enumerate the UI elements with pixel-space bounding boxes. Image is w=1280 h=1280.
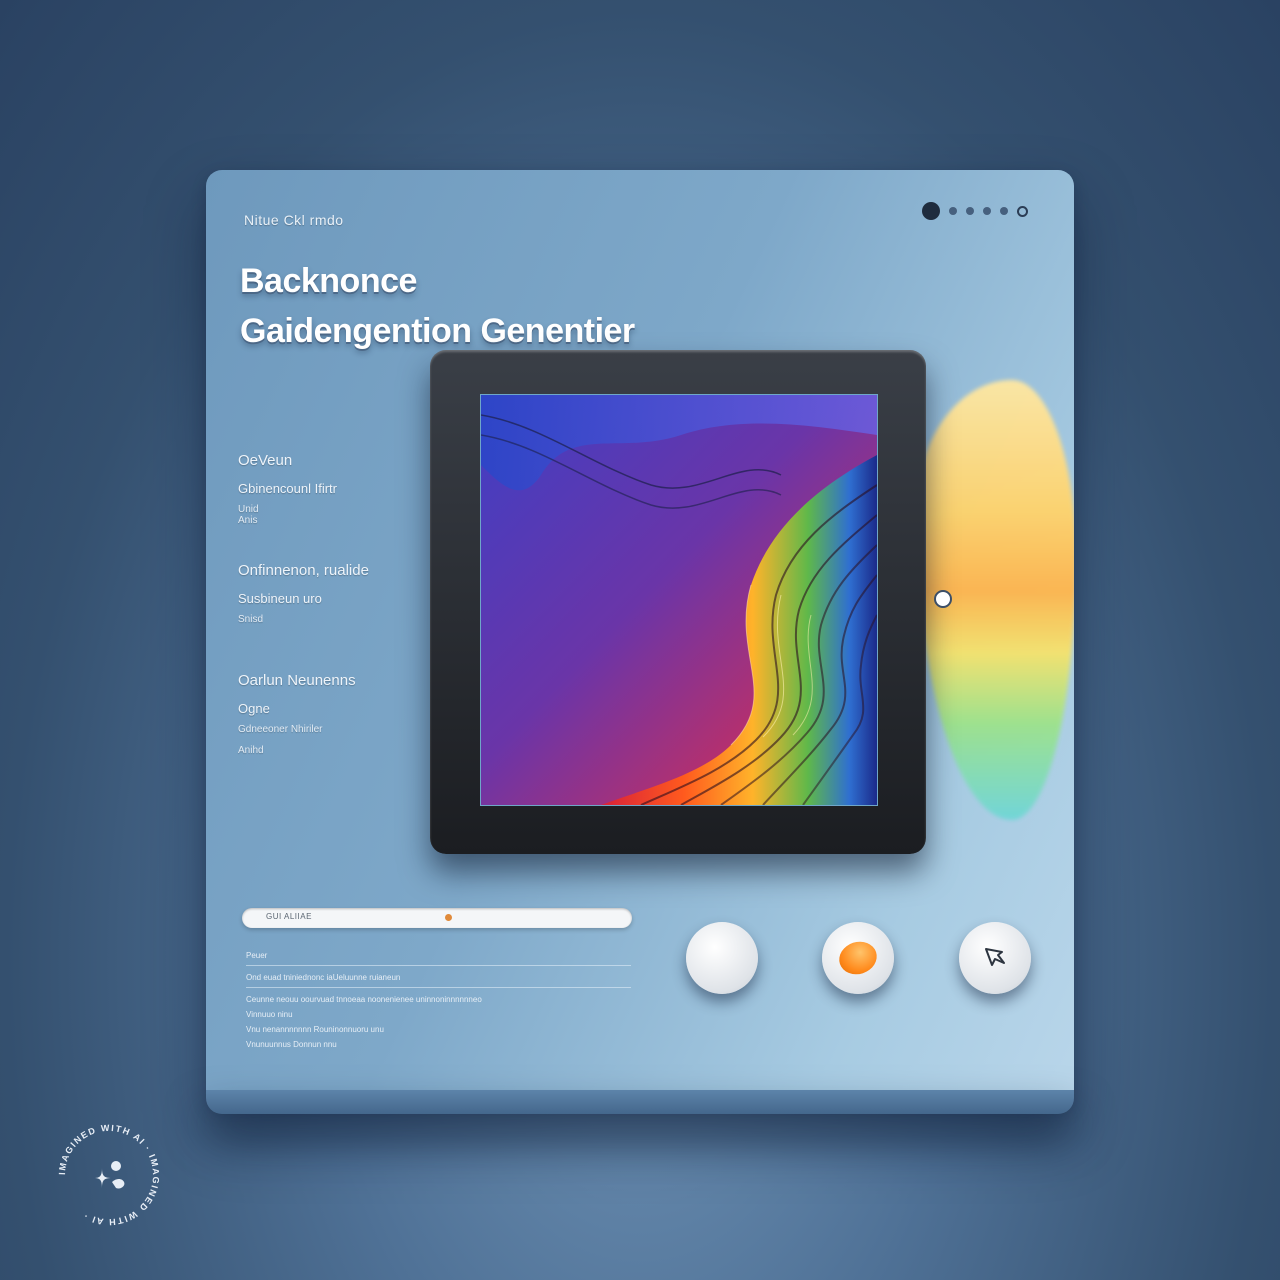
sidebar-section[interactable]: Oarlun Neunenns Ogne Gdneeoner Nhiriler … — [238, 672, 356, 756]
description-line: Vnunuunnus Donnun nnu — [246, 1040, 337, 1049]
cursor-arrow-icon — [985, 948, 1005, 966]
window-dots — [922, 202, 1028, 220]
section-heading: OeVeun — [238, 452, 293, 469]
dot-indicator[interactable] — [983, 207, 991, 215]
dot-indicator[interactable] — [1000, 207, 1008, 215]
divider — [246, 965, 631, 966]
dot-indicator-ring[interactable] — [1017, 205, 1028, 217]
svg-text:IMAGINED WITH AI · IMAGINED WI: IMAGINED WITH AI · IMAGINED WITH AI · — [57, 1123, 161, 1227]
section-sub: Gdneeoner Nhiriler — [238, 724, 323, 735]
card-edge — [206, 1090, 1074, 1114]
dot-indicator[interactable] — [966, 207, 974, 215]
orange-dot-icon — [834, 936, 882, 980]
section-sub: Anihd — [238, 745, 264, 756]
description-block: Peuer Ond euad tniniednonc iaUeluunne ru… — [246, 948, 631, 1052]
app-window: Nitue Ckl rmdo Backnonce Gaidengention G… — [206, 170, 1074, 1108]
dot-indicator-active[interactable] — [922, 202, 940, 220]
slider-knob[interactable] — [445, 914, 452, 921]
sidebar-section[interactable]: Onfinnenon, rualide Susbineun uro Snisd — [238, 562, 369, 625]
section-item[interactable]: Susbineun uro — [238, 591, 369, 606]
ai-watermark-badge: IMAGINED WITH AI · IMAGINED WITH AI · — [57, 1123, 161, 1227]
sidebar-section[interactable]: OeVeun Gbinencounl Ifirtr Unid Anis — [238, 452, 337, 526]
preview-frame — [430, 350, 926, 854]
section-item[interactable]: Gbinencounl Ifirtr — [238, 481, 337, 496]
progress-slider[interactable]: GUI ALIIAE — [242, 908, 632, 928]
gradient-preview[interactable] — [480, 394, 878, 806]
dot-indicator[interactable] — [949, 207, 957, 215]
page-title-line2: Gaidengention Genentier — [240, 312, 635, 350]
divider — [246, 987, 631, 988]
sparkle-dot — [111, 1161, 121, 1171]
section-heading: Onfinnenon, rualide — [238, 562, 369, 579]
description-line: Ceunne neouu oourvuad tnnoeaa nooneniene… — [246, 995, 482, 1004]
resize-handle[interactable] — [934, 590, 952, 608]
description-line: Vnu nenannnnnnn Rouninonnuoru unu — [246, 1025, 384, 1034]
section-sub: Snisd — [238, 614, 264, 625]
section-sub: Unid — [238, 504, 259, 515]
page-title-line1: Backnonce — [240, 262, 417, 300]
description-line: Vinnuuo ninu — [246, 1010, 293, 1019]
sparkle-shape — [112, 1179, 125, 1189]
description-title: Peuer — [246, 951, 268, 960]
section-item[interactable]: Ogne — [238, 701, 356, 716]
round-button-blank[interactable] — [686, 922, 758, 994]
section-sub: Anis — [238, 515, 258, 526]
description-line: Ond euad tniniednonc iaUeluunne ruianeun — [246, 973, 401, 982]
gradient-art — [481, 395, 877, 805]
app-name: Nitue Ckl rmdo — [244, 212, 344, 228]
section-heading: Oarlun Neunenns — [238, 672, 356, 689]
round-button-cursor[interactable] — [959, 922, 1031, 994]
round-button-orange[interactable] — [822, 922, 894, 994]
watermark-text: IMAGINED WITH AI · IMAGINED WITH AI · — [57, 1123, 160, 1227]
slider-label: GUI ALIIAE — [266, 912, 312, 921]
sparkle-icon — [94, 1168, 112, 1188]
